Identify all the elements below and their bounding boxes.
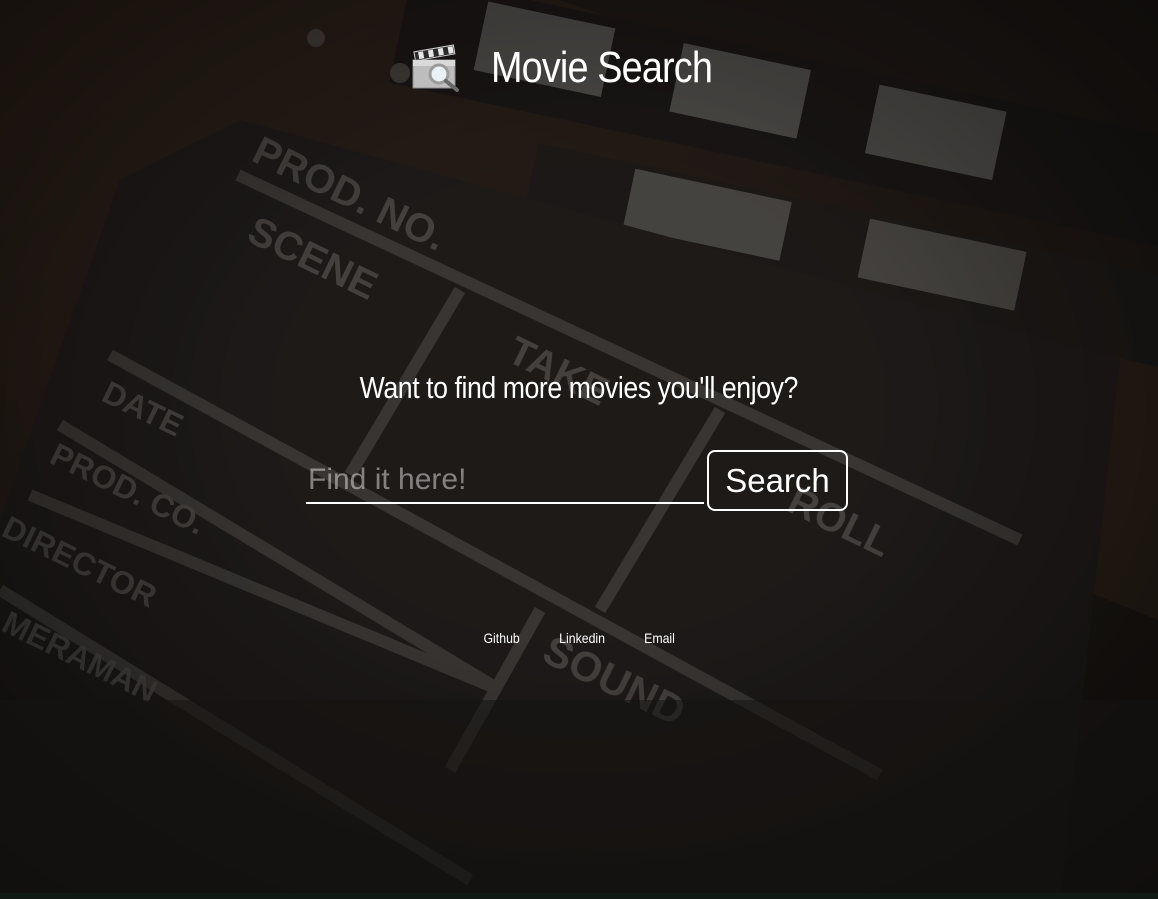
search-button[interactable]: Search <box>707 450 848 511</box>
linkedin-link[interactable]: Linkedin <box>559 630 605 646</box>
clapperboard-magnifier-icon <box>412 44 460 92</box>
page-title: Movie Search <box>491 43 713 92</box>
site-header: Movie Search <box>0 36 1158 100</box>
github-link[interactable]: Github <box>483 630 519 646</box>
bottom-edge-divider <box>0 893 1158 899</box>
footer-links: Github Linkedin Email <box>0 630 1158 646</box>
search-input[interactable] <box>306 458 704 504</box>
search-form: Search <box>306 450 848 512</box>
tagline-text: Want to find more movies you'll enjoy? <box>359 370 799 405</box>
tagline: Want to find more movies you'll enjoy? <box>0 370 1158 406</box>
email-link[interactable]: Email <box>644 630 675 646</box>
